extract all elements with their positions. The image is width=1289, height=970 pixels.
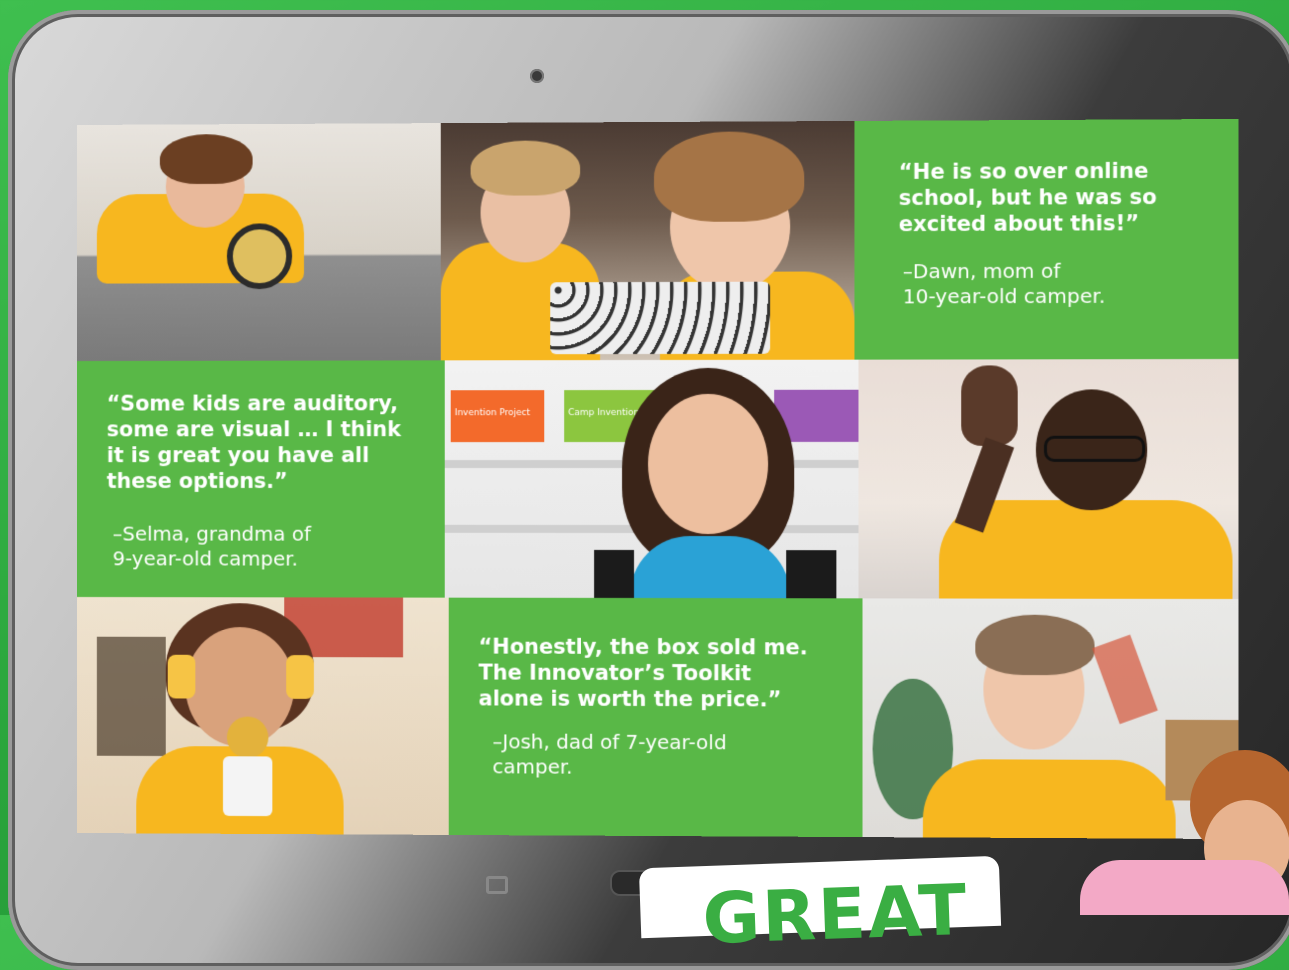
quote-attribution: –Josh, dad of 7-year-old camper. (492, 729, 727, 779)
peeking-girl-image (1080, 740, 1289, 915)
magnifying-glass-icon (226, 223, 293, 290)
quote-text: “Some kids are auditory, some are visual… (106, 391, 402, 493)
quote-tile-dawn: “He is so over online school, but he was… (854, 118, 1239, 360)
video-tile-waving-kid[interactable] (858, 358, 1239, 600)
camera-icon (530, 69, 544, 83)
waving-hand-icon (961, 365, 1018, 446)
quote-tile-josh: “Honestly, the box sold me. The Innovato… (448, 597, 863, 838)
glasses-icon (1043, 435, 1146, 462)
banner: GREAT (638, 855, 1002, 960)
quote-text: “Honestly, the box sold me. The Innovato… (478, 634, 808, 712)
video-tile-microphone-girl[interactable] (77, 597, 449, 835)
video-tile-magnifier-kid[interactable] (77, 123, 441, 361)
microphone-icon (226, 716, 269, 759)
video-tile-two-kids-basket[interactable] (440, 120, 855, 361)
quote-text: “He is so over online school, but he was… (898, 158, 1157, 237)
video-call-screen: “He is so over online school, but he was… (77, 118, 1239, 840)
quote-attribution: –Dawn, mom of 10-year-old camper. (902, 258, 1106, 309)
quote-tile-selma: “Some kids are auditory, some are visual… (77, 360, 445, 598)
banner-heading: GREAT (701, 868, 970, 961)
basket-icon (550, 281, 771, 355)
recent-apps-icon[interactable] (486, 876, 508, 894)
shelf-sign-orange: Invention Project (450, 390, 545, 443)
video-tile-instructor[interactable]: Invention Project Camp Invention (444, 359, 859, 599)
quote-attribution: –Selma, grandma of 9-year-old camper. (112, 521, 311, 571)
headphones-icon (167, 654, 196, 699)
